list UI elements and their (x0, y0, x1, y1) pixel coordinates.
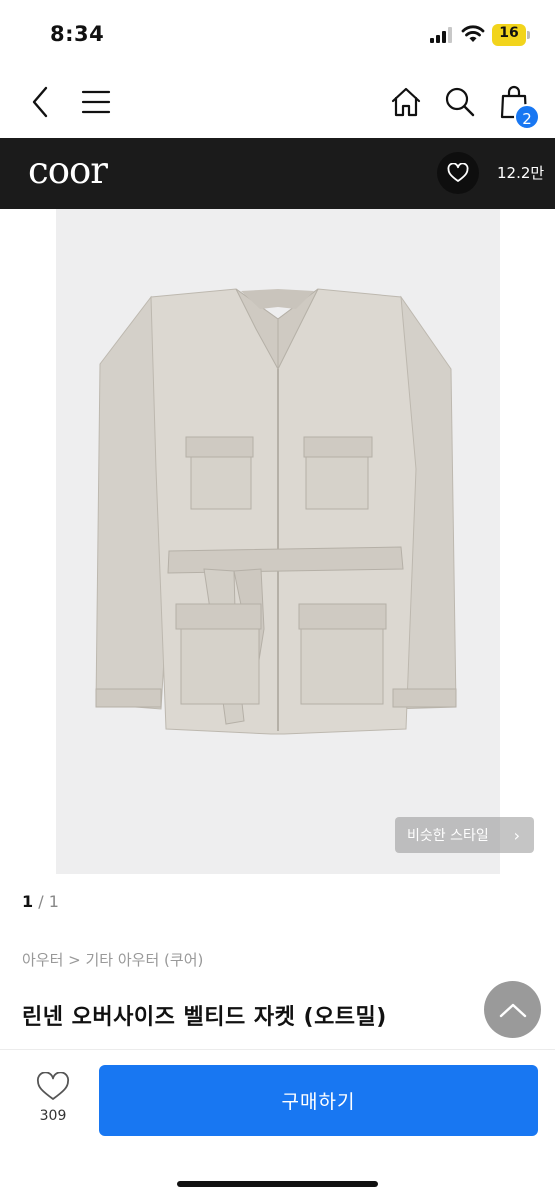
menu-button[interactable] (76, 82, 116, 122)
home-indicator (177, 1181, 378, 1187)
battery-icon: 16 (492, 24, 530, 46)
signal-icon (430, 27, 452, 43)
product-title: 린넨 오버사이즈 벨티드 자켓 (오트밀) (22, 1005, 387, 1030)
home-icon (391, 87, 421, 117)
status-bar: 8:34 16 (0, 0, 555, 68)
bottom-action-bar: 309 구매하기 (0, 1049, 555, 1200)
brand-like-button[interactable] (437, 152, 479, 194)
page-indicator: 1 / 1 (22, 892, 59, 911)
chevron-right-icon: › (513, 826, 520, 845)
status-time: 8:34 (50, 22, 105, 46)
brand-logo[interactable]: coor (28, 149, 108, 192)
heart-icon (447, 163, 469, 182)
scroll-to-top-button[interactable] (484, 981, 541, 1038)
wish-count: 309 (39, 1108, 67, 1124)
page-total: 1 (48, 892, 59, 911)
wifi-icon (461, 25, 485, 42)
heart-icon (36, 1071, 70, 1100)
page-current: 1 (22, 892, 34, 911)
brand-like-count: 12.2만 (497, 164, 545, 182)
similar-style-button[interactable]: 비슷한 스타일 › (395, 817, 534, 853)
back-button[interactable] (20, 82, 60, 122)
cart-count-badge: 2 (514, 104, 540, 130)
search-button[interactable] (440, 82, 480, 122)
wish-button[interactable]: 309 (30, 1071, 76, 1136)
brand-bar: coor 12.2만 (0, 138, 555, 209)
search-icon (445, 87, 475, 117)
similar-style-label: 비슷한 스타일 (407, 828, 489, 844)
jacket-image (95, 288, 457, 735)
menu-icon (81, 90, 111, 114)
battery-level: 16 (499, 25, 519, 41)
breadcrumb[interactable]: 아우터 > 기타 아우터 (쿠어) (22, 949, 203, 970)
home-button[interactable] (386, 82, 426, 122)
chevron-up-icon (499, 1003, 526, 1017)
product-image[interactable] (56, 209, 500, 874)
nav-bar (0, 68, 555, 138)
buy-button[interactable]: 구매하기 (99, 1065, 538, 1136)
chevron-left-icon (32, 86, 48, 118)
page-separator: / (38, 892, 44, 911)
